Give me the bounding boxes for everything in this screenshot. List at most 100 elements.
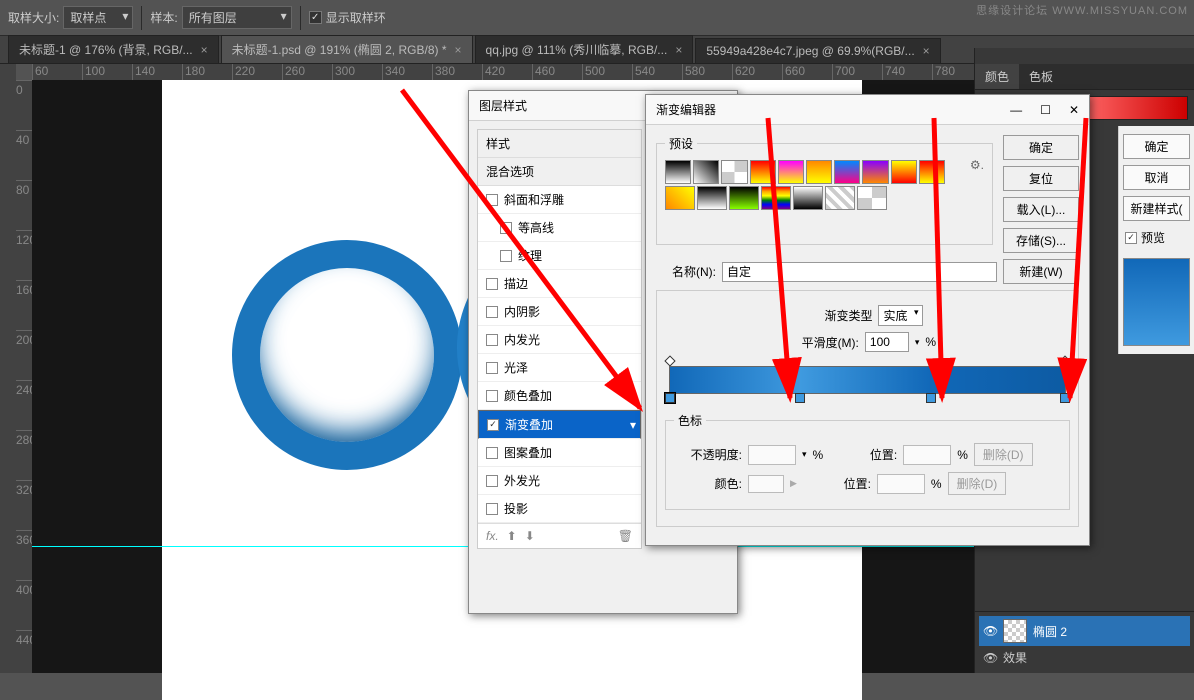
document-tab[interactable]: 55949a428e4c7.jpeg @ 69.9%(RGB/...×: [695, 38, 940, 63]
document-tab[interactable]: 未标题-1.psd @ 191% (椭圆 2, RGB/8) *×: [221, 35, 473, 63]
gear-icon[interactable]: ⚙.: [970, 158, 984, 172]
style-item[interactable]: 内阴影: [478, 298, 641, 326]
show-ring-check[interactable]: ✓ 显示取样环: [309, 9, 386, 26]
close-icon[interactable]: ×: [201, 43, 208, 57]
grad-type-select[interactable]: 实底: [878, 305, 922, 326]
tab-swatches[interactable]: 色板: [1019, 64, 1063, 89]
close-icon[interactable]: ✕: [1069, 103, 1079, 117]
style-item[interactable]: 内发光: [478, 326, 641, 354]
style-checkbox[interactable]: [486, 447, 498, 459]
gradient-preset[interactable]: [665, 160, 691, 184]
style-item[interactable]: 描边: [478, 270, 641, 298]
gradient-preset[interactable]: [891, 160, 917, 184]
trash-icon[interactable]: 🗑: [618, 529, 633, 543]
load-button[interactable]: 载入(L)...: [1003, 197, 1079, 222]
style-item[interactable]: 外发光: [478, 467, 641, 495]
preview-check[interactable]: 预览: [1123, 227, 1190, 248]
gradient-preset[interactable]: [793, 186, 823, 210]
document-tab[interactable]: 未标题-1 @ 176% (背景, RGB/...×: [8, 35, 219, 63]
color-stop[interactable]: [665, 393, 675, 403]
gradient-preset[interactable]: [721, 160, 747, 184]
close-icon[interactable]: ×: [455, 43, 462, 57]
document-tab[interactable]: qq.jpg @ 111% (秀川临摹, RGB/...×: [475, 35, 694, 63]
color-stop[interactable]: [926, 393, 936, 403]
style-checkbox[interactable]: [487, 419, 499, 431]
style-checkbox[interactable]: [486, 503, 498, 515]
delete-opacity-stop[interactable]: 删除(D): [974, 443, 1033, 466]
gradient-preset[interactable]: [693, 160, 719, 184]
layer-effects[interactable]: 👁 效果: [979, 646, 1190, 669]
cancel-button[interactable]: 取消: [1123, 165, 1190, 190]
minimize-icon[interactable]: —: [1010, 103, 1022, 117]
gradient-preset[interactable]: [697, 186, 727, 210]
style-checkbox[interactable]: [486, 362, 498, 374]
style-item[interactable]: 纹理: [478, 242, 641, 270]
visibility-icon[interactable]: 👁: [983, 624, 997, 638]
gradient-preset[interactable]: [761, 186, 791, 210]
gradient-name-input[interactable]: [722, 262, 997, 282]
gradient-editor-title[interactable]: 渐变编辑器 — ☐ ✕: [646, 95, 1089, 125]
smoothness-label: 平滑度(M):: [799, 334, 859, 351]
pct-label: %: [925, 335, 936, 349]
gradient-preset[interactable]: [857, 186, 887, 210]
style-checkbox[interactable]: [486, 194, 498, 206]
opacity-stop[interactable]: [664, 355, 675, 366]
style-item[interactable]: 颜色叠加: [478, 382, 641, 410]
up-icon[interactable]: ⬆: [507, 529, 517, 543]
save-button[interactable]: 存储(S)...: [1003, 228, 1079, 253]
style-item[interactable]: 投影: [478, 495, 641, 523]
gradient-preset[interactable]: [729, 186, 759, 210]
gradient-preset[interactable]: [806, 160, 832, 184]
smoothness-input[interactable]: [865, 332, 909, 352]
style-checkbox[interactable]: [500, 250, 512, 262]
blend-header[interactable]: 混合选项: [478, 158, 641, 186]
fx-icon[interactable]: fx.: [486, 529, 499, 543]
gradient-editor-dialog: 渐变编辑器 — ☐ ✕ 预设 ⚙. 确定 复位 载入(L)... 存储(S)..…: [645, 94, 1090, 546]
new-gradient-button[interactable]: 新建(W): [1003, 259, 1079, 284]
tab-color[interactable]: 颜色: [975, 64, 1019, 89]
style-checkbox[interactable]: [500, 222, 512, 234]
color-panel-tabs[interactable]: 颜色 色板: [975, 64, 1194, 90]
color-stop[interactable]: [1060, 393, 1070, 403]
layer-ellipse-2[interactable]: 👁 椭圆 2: [979, 616, 1190, 646]
maximize-icon[interactable]: ☐: [1040, 103, 1051, 117]
style-checkbox[interactable]: [486, 334, 498, 346]
style-item[interactable]: 图案叠加: [478, 439, 641, 467]
gradient-preset[interactable]: [919, 160, 945, 184]
gradient-preset[interactable]: [862, 160, 888, 184]
style-checkbox[interactable]: [486, 390, 498, 402]
layer-thumb: [1003, 619, 1027, 643]
ok-button[interactable]: 确定: [1003, 135, 1079, 160]
down-icon[interactable]: ⬇: [525, 529, 535, 543]
gradient-preset[interactable]: [834, 160, 860, 184]
style-item[interactable]: 光泽: [478, 354, 641, 382]
opacity-position-input[interactable]: [903, 445, 951, 465]
visibility-icon[interactable]: 👁: [983, 651, 997, 665]
styles-header[interactable]: 样式: [478, 130, 641, 158]
color-swatch[interactable]: [748, 475, 784, 493]
close-icon[interactable]: ×: [675, 43, 682, 57]
style-item[interactable]: 渐变叠加: [478, 410, 641, 439]
style-checkbox[interactable]: [486, 475, 498, 487]
delete-color-stop[interactable]: 删除(D): [948, 472, 1007, 495]
color-position-input[interactable]: [877, 474, 925, 494]
style-item[interactable]: 斜面和浮雕: [478, 186, 641, 214]
close-icon[interactable]: ×: [923, 44, 930, 58]
gradient-bar[interactable]: [669, 366, 1066, 394]
style-checkbox[interactable]: [486, 306, 498, 318]
ok-button[interactable]: 确定: [1123, 134, 1190, 159]
new-style-button[interactable]: 新建样式(: [1123, 196, 1190, 221]
reset-button[interactable]: 复位: [1003, 166, 1079, 191]
style-item[interactable]: 等高线: [478, 214, 641, 242]
tool-strip[interactable]: [0, 64, 16, 673]
sample-size-select[interactable]: 取样点: [63, 6, 133, 29]
color-stop[interactable]: [795, 393, 805, 403]
opacity-stop[interactable]: [1059, 355, 1070, 366]
gradient-preset[interactable]: [750, 160, 776, 184]
sample-layers-select[interactable]: 所有图层: [182, 6, 292, 29]
gradient-preset[interactable]: [665, 186, 695, 210]
style-checkbox[interactable]: [486, 278, 498, 290]
gradient-preset[interactable]: [825, 186, 855, 210]
opacity-input[interactable]: [748, 445, 796, 465]
gradient-preset[interactable]: [778, 160, 804, 184]
